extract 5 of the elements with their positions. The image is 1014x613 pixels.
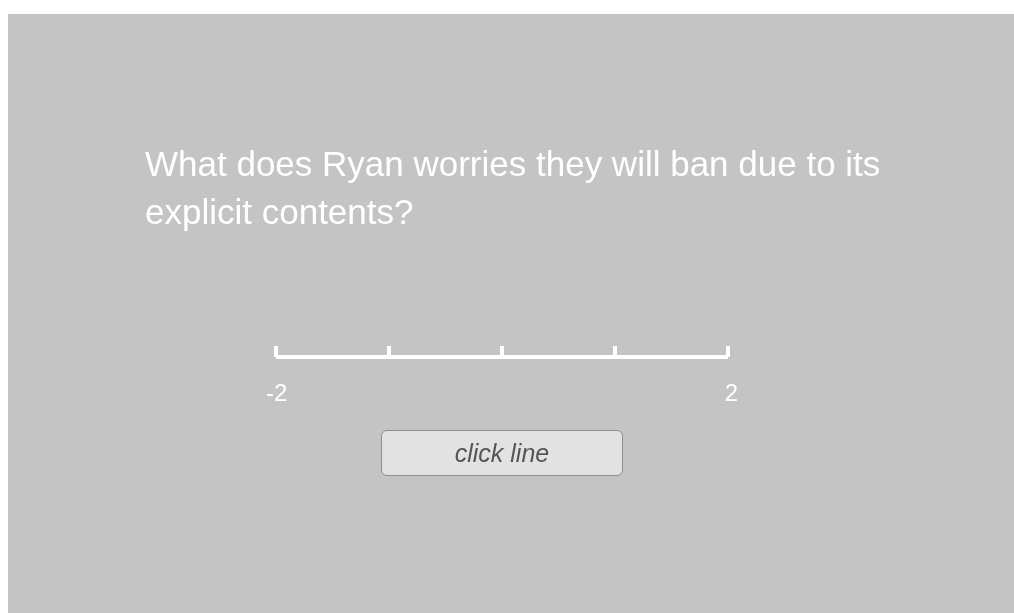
scale-min-label: -2 xyxy=(266,379,288,407)
click-line-button[interactable]: click line xyxy=(381,430,623,476)
question-text: What does Ryan worries they will ban due to its explicit contents? xyxy=(145,143,882,233)
scale-max-label: 2 xyxy=(724,379,738,407)
scale-line[interactable] xyxy=(274,344,730,360)
